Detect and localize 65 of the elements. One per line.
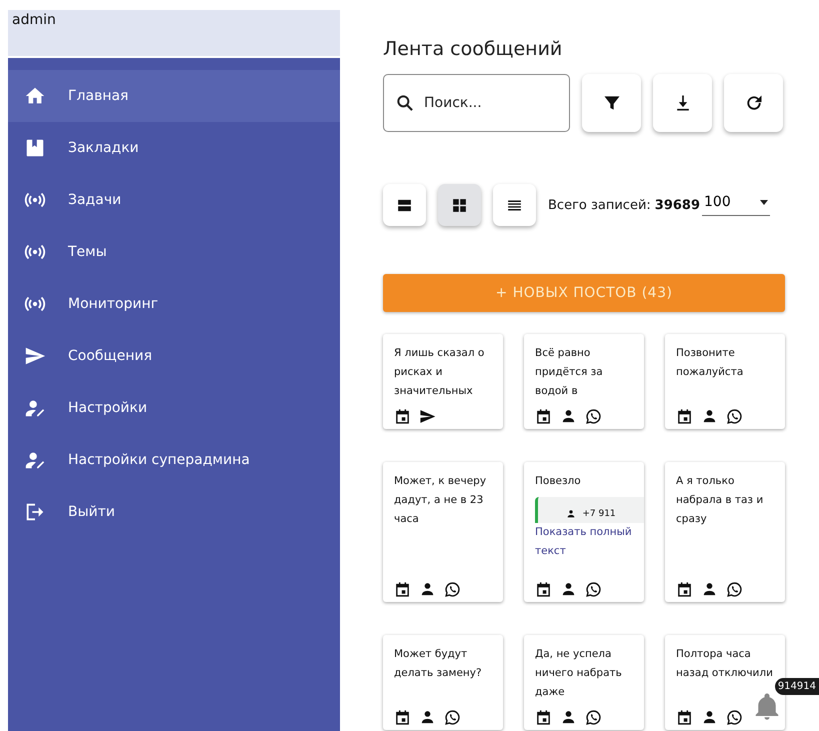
post-text: Всё равно придётся за водой в — [535, 346, 604, 399]
post-text: А я только набрала в таз и сразу — [676, 474, 764, 527]
calendar-icon — [676, 408, 693, 425]
post-text: Я лишь сказал о рисках и значительных — [394, 346, 486, 399]
person-icon — [560, 408, 577, 425]
chat-icon — [726, 408, 743, 425]
chat-icon — [726, 709, 743, 726]
sidebar-item[interactable]: Сообщения — [8, 330, 340, 382]
page-title: Лента сообщений — [383, 38, 564, 60]
chat-icon — [585, 581, 602, 598]
calendar-icon — [394, 709, 411, 726]
sidebar-item[interactable]: Главная — [8, 70, 340, 122]
chat-icon — [444, 709, 461, 726]
notification-count: 914914 — [774, 678, 819, 695]
person-icon — [701, 581, 718, 598]
sidebar-item[interactable]: Закладки — [8, 122, 340, 174]
quote-author: +7 911 — [582, 509, 616, 519]
calendar-icon — [676, 709, 693, 726]
view-mode-button[interactable] — [383, 184, 426, 226]
user-name: admin — [12, 12, 56, 28]
calendar-icon — [394, 408, 411, 425]
sidebar-item[interactable]: Выйти — [8, 486, 340, 538]
search-field[interactable]: Поиск... — [383, 74, 570, 132]
sidebar-item[interactable]: Мониторинг — [8, 278, 340, 330]
total-label: Всего записей: — [548, 198, 651, 212]
person-icon — [560, 709, 577, 726]
sidebar-item[interactable]: Настройки — [8, 382, 340, 434]
post-text: Позвоните пожалуйста — [676, 346, 744, 380]
page-size-select[interactable]: 100 — [702, 194, 770, 216]
post-text: Повезло — [535, 474, 582, 489]
refresh-button[interactable] — [724, 74, 783, 132]
calendar-icon — [394, 581, 411, 598]
calendar-icon — [535, 408, 552, 425]
view-mode-button[interactable] — [438, 184, 481, 226]
bookmark-icon — [24, 137, 46, 159]
total-count: 39689 — [654, 198, 700, 212]
logout-icon — [24, 501, 46, 523]
person-icon — [701, 408, 718, 425]
person-icon — [560, 581, 577, 598]
search-icon — [395, 93, 415, 113]
post-text: Да, не успела ничего набрать даже — [535, 647, 623, 700]
calendar-icon — [676, 581, 693, 598]
filter-button[interactable] — [582, 74, 641, 132]
person-icon — [566, 509, 576, 519]
view-mode-button[interactable] — [493, 184, 536, 226]
post-text: Может, к вечеру дадут, а не в 23 часа — [394, 474, 488, 527]
post-text: Может будут делать замену? — [394, 647, 483, 681]
chat-icon — [726, 581, 743, 598]
send-icon — [24, 345, 46, 367]
person-icon — [419, 581, 436, 598]
grid-icon — [451, 196, 468, 214]
sidebar-item[interactable]: Темы — [8, 226, 340, 278]
send-icon — [419, 408, 436, 425]
show-full-text-link[interactable]: Показать полный текст — [535, 523, 632, 561]
calendar-icon — [535, 709, 552, 726]
person-icon — [701, 709, 718, 726]
sidebar-item[interactable]: Задачи — [8, 174, 340, 226]
caret-icon — [760, 200, 768, 204]
chat-icon — [585, 408, 602, 425]
post-text: Полтора часа назад отключили — [676, 647, 773, 681]
chat-icon — [444, 581, 461, 598]
chat-icon — [585, 709, 602, 726]
calendar-icon — [535, 581, 552, 598]
person-icon — [419, 709, 436, 726]
sidebar-item[interactable]: Настройки суперадмина — [8, 434, 340, 486]
